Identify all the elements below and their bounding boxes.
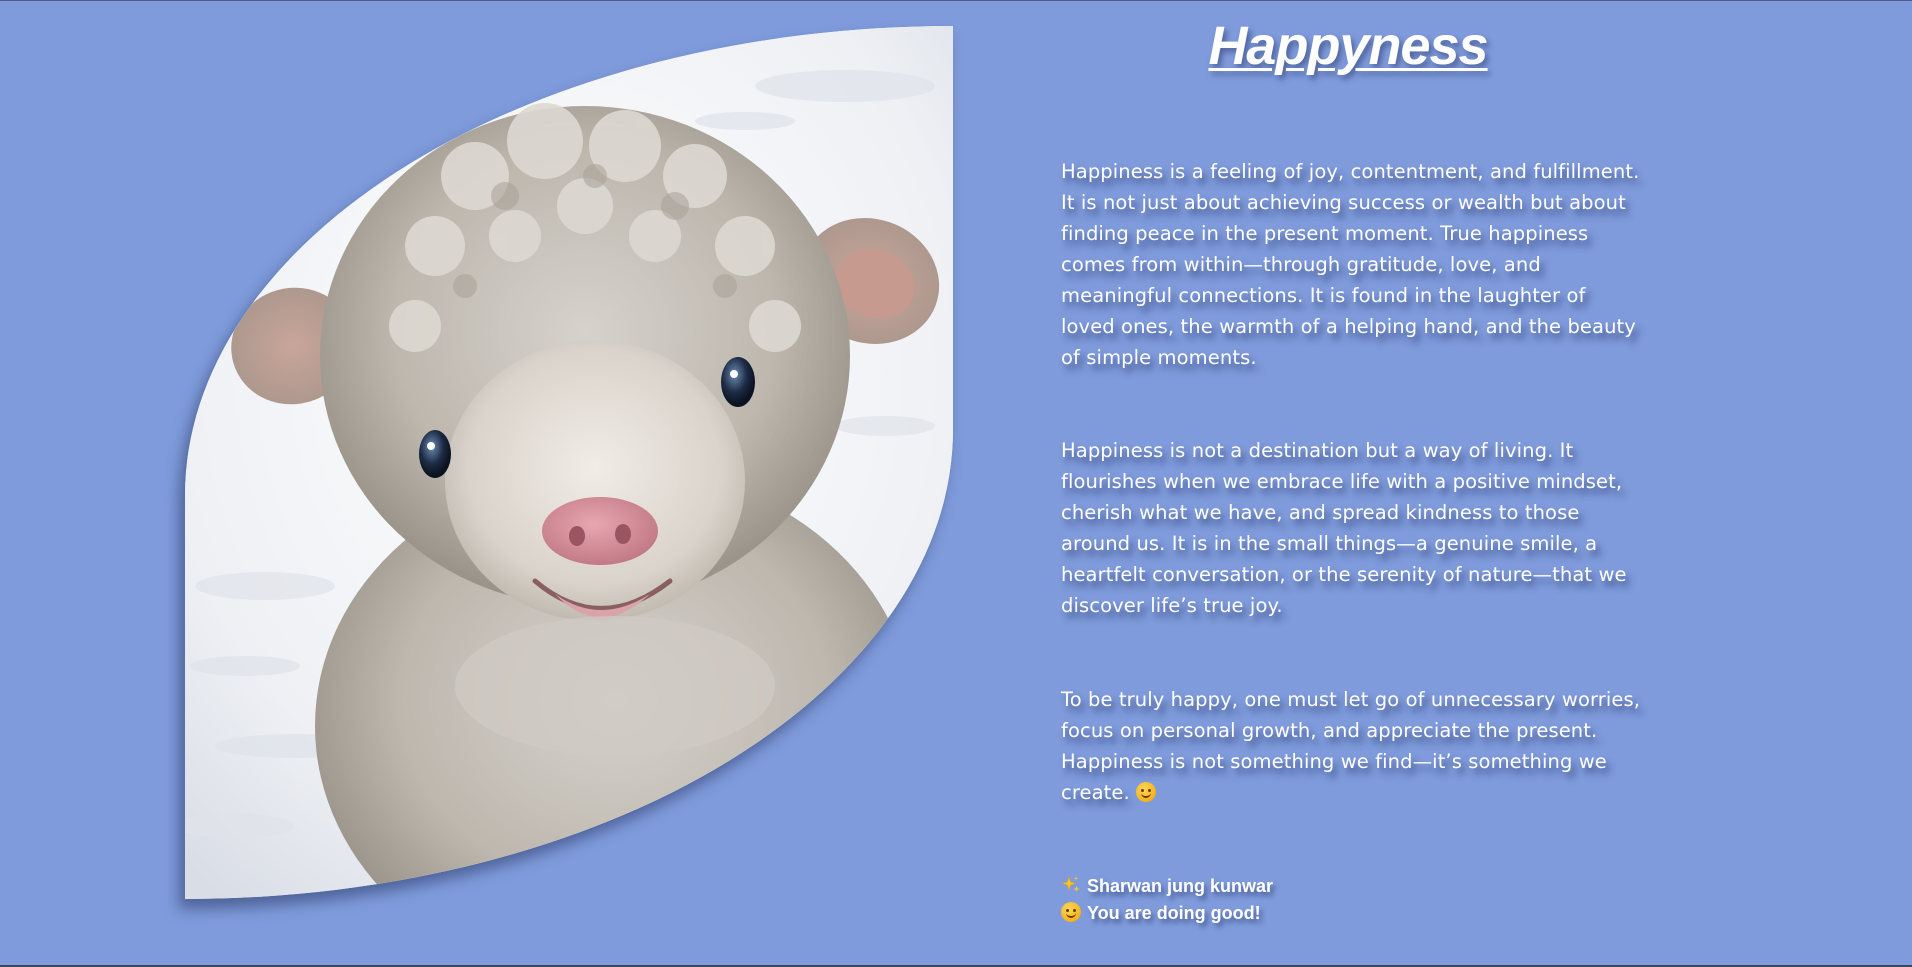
lamb-photo: [185, 26, 953, 899]
paragraph-create-happiness: To be truly happy, one must let go of un…: [1061, 684, 1641, 808]
page-title: Happyness: [1208, 16, 1488, 76]
message-line: You are doing good!: [1061, 900, 1273, 927]
signature-block: Sharwan jung kunwar You are doing good!: [1061, 873, 1273, 927]
smiling-face-emoji-icon: [1135, 782, 1156, 802]
sparkles-emoji-icon: [1061, 875, 1081, 895]
page: Happyness Happiness is a feeling of joy,…: [0, 0, 1912, 967]
author-line: Sharwan jung kunwar: [1061, 873, 1273, 900]
paragraph-way-of-living: Happiness is not a destination but a way…: [1061, 439, 1627, 617]
paragraph-intro: Happiness is a feeling of joy, contentme…: [1061, 160, 1640, 369]
lamb-illustration: [185, 26, 953, 899]
smiling-face-emoji-icon: [1061, 902, 1081, 922]
encouragement-message: You are doing good!: [1087, 903, 1261, 923]
author-name: Sharwan jung kunwar: [1087, 876, 1274, 896]
